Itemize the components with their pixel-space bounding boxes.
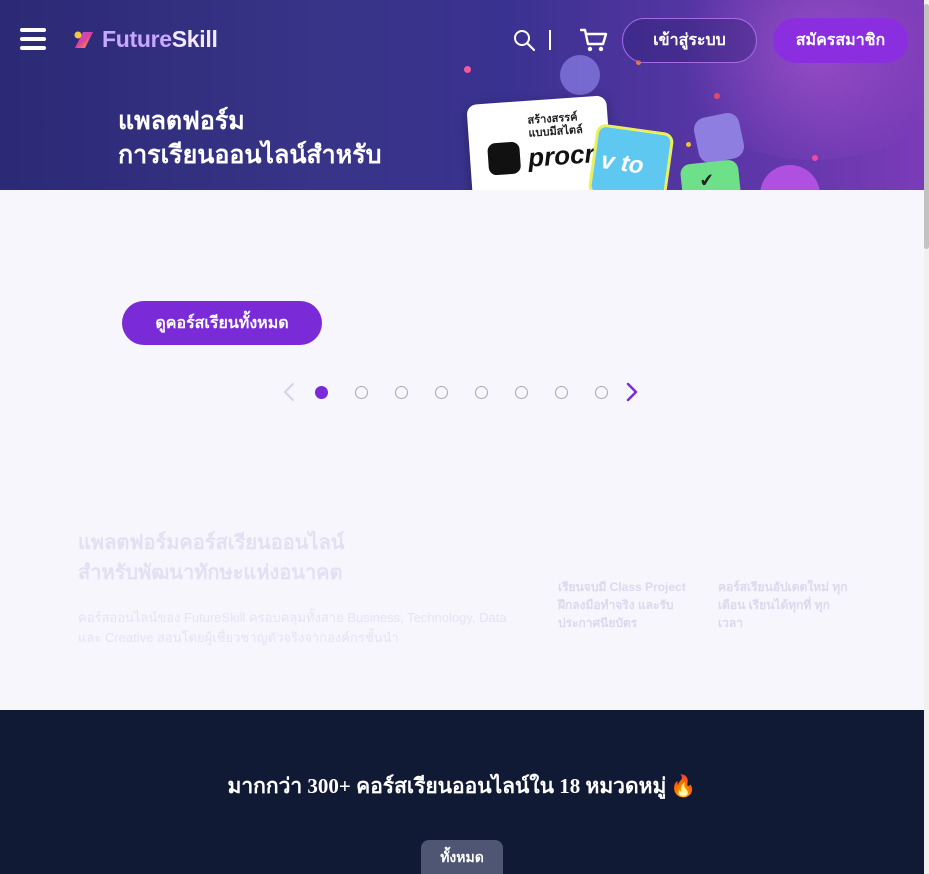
hero-title-line2: การเรียนออนไลน์สำหรับ <box>118 141 382 169</box>
procreate-logo-icon <box>487 141 522 176</box>
carousel-dot[interactable] <box>435 386 448 399</box>
catalog-heading: มากกว่า 300+ คอร์สเรียนออนไลน์ใน 18 หมวด… <box>227 774 697 798</box>
hamburger-menu-icon[interactable] <box>20 28 46 52</box>
card-tag: สร้างสรรค์ แบบมีสไตล์ <box>527 111 584 140</box>
confetti-dot <box>464 66 471 73</box>
feature-updates: คอร์สเรียนอัปเดตใหม่ ทุกเดือน เรียนได้ทุ… <box>718 580 848 630</box>
carousel-next-chevron-icon[interactable] <box>625 381 639 403</box>
idea-bubble-icon <box>560 55 600 95</box>
search-icon[interactable] <box>512 28 536 52</box>
feature-class-project: เรียนจบมี Class Project ฝึกลงมือทำจริง แ… <box>558 580 686 630</box>
check-icon: ✔ <box>698 169 716 190</box>
course-card-blue: v to <box>587 122 675 190</box>
header-divider <box>549 30 551 50</box>
login-button[interactable]: เข้าสู่ระบบ <box>622 18 757 63</box>
page-scrollbar-thumb[interactable] <box>924 4 929 249</box>
carousel-dot[interactable] <box>395 386 408 399</box>
tab-all[interactable]: ทั้งหมด <box>421 840 503 874</box>
signup-button[interactable]: สมัครสมาชิก <box>773 18 908 63</box>
carousel-dot[interactable] <box>475 386 488 399</box>
futureskill-logo-icon <box>74 31 93 48</box>
note-bubble-icon <box>691 110 747 166</box>
carousel-dot[interactable] <box>595 386 608 399</box>
carousel-dot[interactable] <box>515 386 528 399</box>
cart-icon[interactable] <box>580 27 608 53</box>
view-all-courses-button[interactable]: ดูคอร์สเรียนทั้งหมด <box>122 301 322 345</box>
fire-icon: 🔥 <box>670 774 697 798</box>
futureskill-logo[interactable]: FutureSkill <box>72 26 218 53</box>
carousel-dot[interactable] <box>355 386 368 399</box>
purple-blob-decoration <box>760 165 820 190</box>
hero-title: แพลตฟอร์ม การเรียนออนไลน์สำหรับ <box>118 104 382 172</box>
card-word-2: v to <box>599 146 646 180</box>
confetti-dot <box>686 142 691 147</box>
confetti-dot <box>714 93 720 99</box>
carousel-dot[interactable] <box>555 386 568 399</box>
carousel-dot[interactable] <box>315 386 328 399</box>
logo-wordmark: FutureSkill <box>102 26 218 52</box>
platform-heading: แพลตฟอร์มคอร์สเรียนออนไลน์ สำหรับพัฒนาทั… <box>78 532 345 584</box>
course-card-green: ✔ <box>679 159 743 190</box>
confetti-dot <box>812 155 818 161</box>
platform-description: คอร์สออนไลน์ของ FutureSkill ครอบคลุมทั้ง… <box>78 610 507 645</box>
carousel-prev-chevron-icon[interactable] <box>282 381 296 403</box>
hero-title-line1: แพลตฟอร์ม <box>118 107 245 135</box>
